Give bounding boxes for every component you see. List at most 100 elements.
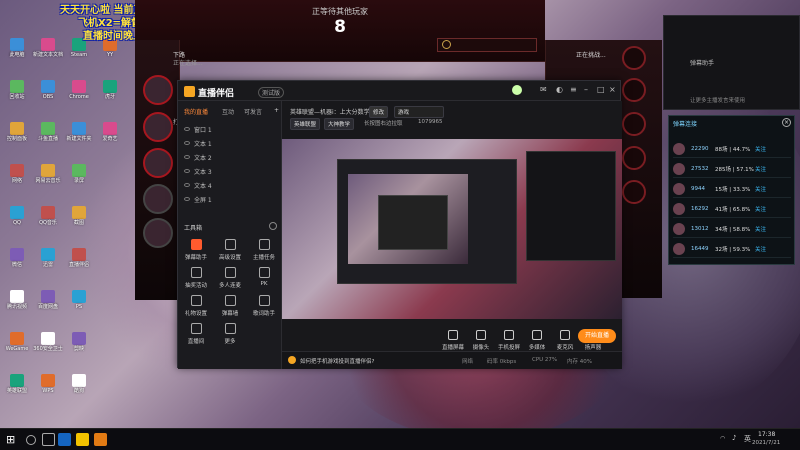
- source-item[interactable]: 窗口 1: [184, 123, 276, 135]
- game-chat-bar[interactable]: [437, 38, 537, 52]
- tool-button[interactable]: 主播任务: [248, 239, 280, 261]
- desktop-icon[interactable]: 录屏: [64, 164, 94, 184]
- desktop-icon[interactable]: 虎牙: [95, 80, 125, 100]
- tool-label: 高级设置: [218, 255, 241, 261]
- tab-my-live[interactable]: 我的直播: [184, 107, 208, 116]
- close-icon[interactable]: ×: [782, 118, 791, 127]
- desktop-icon[interactable]: 回收站: [2, 80, 32, 100]
- desktop-icon[interactable]: 控制面板: [2, 122, 32, 142]
- desktop-icon[interactable]: 爱奇艺: [95, 122, 125, 142]
- close-window-icon[interactable]: ×: [609, 85, 616, 94]
- game-taskbar-icon[interactable]: [58, 433, 71, 446]
- desktop-icon[interactable]: 截图: [64, 206, 94, 226]
- visibility-icon[interactable]: [184, 127, 190, 131]
- add-scene-icon[interactable]: +: [274, 107, 279, 114]
- bottom-tool[interactable]: 摄像头: [468, 330, 494, 351]
- bottom-tool-icon: [560, 330, 570, 340]
- app-icon: [103, 80, 117, 93]
- tab-speak[interactable]: 可发言: [244, 107, 262, 116]
- task-view-icon[interactable]: [42, 433, 55, 446]
- desktop-icon[interactable]: 直播伴侣: [64, 248, 94, 268]
- bottom-tool[interactable]: 麦克风: [552, 330, 578, 351]
- source-item[interactable]: 文本 2: [184, 151, 276, 163]
- desktop-icon[interactable]: 新建文件夹: [64, 122, 94, 142]
- desktop-icon[interactable]: 斗鱼直播: [33, 122, 63, 142]
- visibility-icon[interactable]: [184, 169, 190, 173]
- desktop-icon[interactable]: 剪映: [64, 332, 94, 352]
- follow-link[interactable]: 关注: [755, 165, 766, 173]
- visibility-icon[interactable]: [184, 197, 190, 201]
- avatar[interactable]: [512, 85, 522, 95]
- tool-button[interactable]: 抽奖活动: [180, 267, 212, 289]
- source-item[interactable]: 文本 1: [184, 137, 276, 149]
- bottom-tool[interactable]: 直播屏幕: [440, 330, 466, 351]
- tool-button[interactable]: 更多: [214, 323, 246, 345]
- bottom-tool[interactable]: 手机投屏: [496, 330, 522, 351]
- desktop-icon[interactable]: 此电脑: [2, 38, 32, 58]
- tool-button[interactable]: 弹幕助手: [180, 239, 212, 261]
- stream-preview[interactable]: [282, 139, 622, 319]
- desktop-icon[interactable]: 网络: [2, 164, 32, 184]
- desktop-icon-label: 360安全卫士: [33, 346, 63, 352]
- volume-icon[interactable]: ♪: [732, 434, 736, 442]
- desktop-icon[interactable]: QQ: [2, 206, 32, 226]
- tab-interact[interactable]: 互动: [222, 107, 234, 116]
- tool-button[interactable]: 直播间: [180, 323, 212, 345]
- edit-title-button[interactable]: 修改: [369, 106, 389, 118]
- wifi-icon[interactable]: ◠: [720, 435, 725, 442]
- follow-link[interactable]: 关注: [755, 185, 766, 193]
- clock-time[interactable]: 17:38: [758, 431, 775, 438]
- follow-link[interactable]: 关注: [755, 205, 766, 213]
- start-live-button[interactable]: 开始直播: [578, 329, 616, 343]
- desktop-icon[interactable]: 新建文本文档: [33, 38, 63, 58]
- visibility-icon[interactable]: [184, 183, 190, 187]
- desktop-icon[interactable]: WeGame: [2, 332, 32, 352]
- skin-icon[interactable]: ◐: [556, 85, 563, 94]
- search-icon[interactable]: [26, 435, 36, 445]
- minimize-icon[interactable]: –: [584, 85, 588, 94]
- source-item[interactable]: 全屏 1: [184, 193, 276, 205]
- desktop-icon[interactable]: Chrome: [64, 80, 94, 100]
- danmu-subtitle: 让更多主播发言来使用: [690, 98, 746, 104]
- bottom-tool[interactable]: 多媒体: [524, 330, 550, 351]
- follow-link[interactable]: 关注: [755, 225, 766, 233]
- explorer-taskbar-icon[interactable]: [76, 433, 89, 446]
- source-item[interactable]: 文本 4: [184, 179, 276, 191]
- tool-button[interactable]: 高级设置: [214, 239, 246, 261]
- tool-button[interactable]: 弹幕墙: [214, 295, 246, 317]
- tool-button[interactable]: 歌词助手: [248, 295, 280, 317]
- desktop-icon[interactable]: WPS: [33, 374, 63, 394]
- visibility-icon[interactable]: [184, 155, 190, 159]
- app-titlebar[interactable]: 直播伴侣 测试版 ✉ ◐ ≡ – □ ×: [178, 81, 620, 101]
- tag-chip: 大神教学: [324, 118, 355, 130]
- mail-icon[interactable]: ✉: [540, 85, 547, 94]
- live-companion-taskbar-icon[interactable]: [94, 433, 107, 446]
- follow-link[interactable]: 关注: [755, 245, 766, 253]
- desktop-icon[interactable]: QQ音乐: [33, 206, 63, 226]
- tool-button[interactable]: PK: [248, 267, 280, 287]
- desktop-icon[interactable]: 360安全卫士: [33, 332, 63, 352]
- desktop-icon[interactable]: 腾讯视频: [2, 290, 32, 310]
- desktop-icon[interactable]: 酷狗: [64, 374, 94, 394]
- desktop-icon[interactable]: OBS: [33, 80, 63, 100]
- follow-link[interactable]: 关注: [755, 145, 766, 153]
- menu-icon[interactable]: ≡: [570, 85, 577, 94]
- tool-label: 弹幕墙: [221, 311, 239, 317]
- desktop-icon[interactable]: 网易云音乐: [33, 164, 63, 184]
- desktop-icon[interactable]: 微信: [2, 248, 32, 268]
- input-language[interactable]: 英: [744, 434, 751, 444]
- source-item[interactable]: 文本 3: [184, 165, 276, 177]
- desktop-icon[interactable]: 百度网盘: [33, 290, 63, 310]
- desktop-icon[interactable]: 迅雷: [33, 248, 63, 268]
- tool-button[interactable]: 多人连麦: [214, 267, 246, 289]
- toolbox-more-icon[interactable]: [269, 222, 277, 230]
- desktop-icon[interactable]: PS: [64, 290, 94, 310]
- rank-panel-header: 弹幕连接 ×: [673, 118, 791, 131]
- notice-link[interactable]: 如何把手机游戏投到直播伴侣?: [300, 357, 374, 365]
- windows-start-icon[interactable]: ⊞: [6, 433, 19, 446]
- tool-button[interactable]: 礼物设置: [180, 295, 212, 317]
- maximize-icon[interactable]: □: [597, 85, 605, 94]
- visibility-icon[interactable]: [184, 141, 190, 145]
- category-select[interactable]: 游戏: [394, 106, 444, 118]
- desktop-icon[interactable]: 英雄联盟: [2, 374, 32, 394]
